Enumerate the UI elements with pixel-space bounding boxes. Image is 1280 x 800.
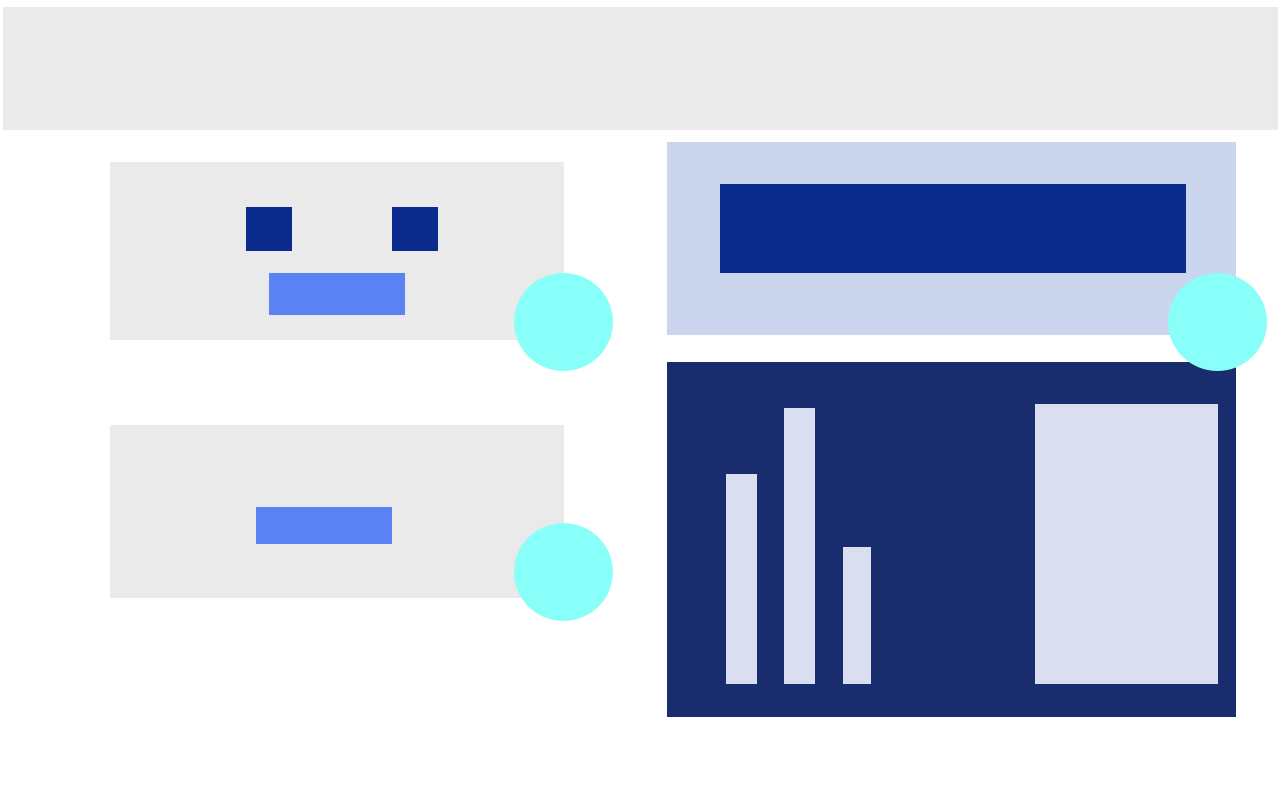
banner-bar xyxy=(720,184,1186,273)
left-square[interactable] xyxy=(246,207,292,251)
circle-icon[interactable] xyxy=(514,523,613,621)
mini-bar xyxy=(843,547,871,684)
circle-icon[interactable] xyxy=(1168,273,1267,371)
circle-icon[interactable] xyxy=(514,273,613,371)
mini-bar xyxy=(726,474,757,684)
top-left-card xyxy=(110,162,564,340)
side-block xyxy=(1035,404,1218,684)
top-right-panel xyxy=(667,142,1236,335)
bottom-left-card xyxy=(110,425,564,598)
bottom-right-panel xyxy=(667,362,1236,717)
top-card-button[interactable] xyxy=(269,273,405,315)
header-bar xyxy=(3,7,1278,130)
bottom-card-button[interactable] xyxy=(256,507,392,544)
right-square[interactable] xyxy=(392,207,438,251)
mini-bar xyxy=(784,408,815,684)
